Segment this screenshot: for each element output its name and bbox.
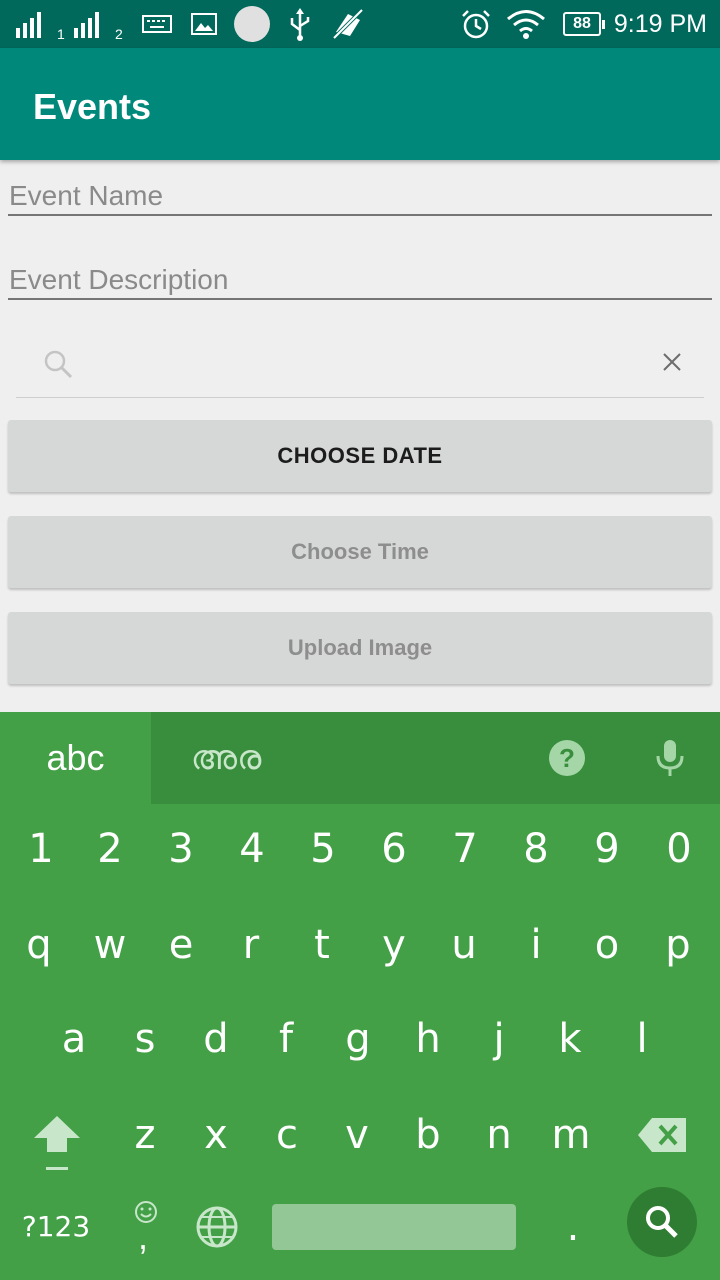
keyboard-toolbar: abc അര ? [0, 712, 720, 804]
key-d[interactable]: d [181, 994, 251, 1084]
key-7[interactable]: 7 [430, 804, 500, 894]
key-g[interactable]: g [323, 994, 393, 1084]
key-f[interactable]: f [251, 994, 321, 1084]
event-description-field[interactable]: Event Description [8, 256, 712, 300]
key-1[interactable]: 1 [6, 804, 76, 894]
space-key[interactable] [272, 1204, 516, 1250]
key-9[interactable]: 9 [572, 804, 642, 894]
key-a[interactable]: a [39, 994, 109, 1084]
key-8[interactable]: 8 [501, 804, 571, 894]
soft-keyboard: abc അര ? 1 2 3 4 5 6 7 8 9 0 q w e r t y… [0, 712, 720, 1280]
key-s[interactable]: s [110, 994, 180, 1084]
choose-time-button[interactable]: Choose Time [8, 516, 712, 588]
key-o[interactable]: o [572, 900, 642, 990]
sim2-label: 2 [115, 26, 123, 42]
key-i[interactable]: i [501, 900, 571, 990]
app-bar: Events [0, 48, 720, 160]
language-key[interactable] [192, 1202, 242, 1252]
status-time: 9:19 PM [613, 10, 707, 38]
backspace-key[interactable] [628, 1090, 698, 1180]
key-n[interactable]: n [464, 1090, 534, 1180]
symbols-key[interactable]: ?123 [16, 1182, 96, 1272]
keyboard-tab-malayalam[interactable]: അര [176, 712, 276, 804]
event-description-hint: Event Description [9, 264, 229, 295]
period-key[interactable]: . [538, 1182, 608, 1272]
key-c[interactable]: c [252, 1090, 322, 1180]
shift-key[interactable] [20, 1090, 94, 1180]
signal-sim2-icon [74, 12, 99, 38]
key-3[interactable]: 3 [146, 804, 216, 894]
key-z[interactable]: z [110, 1090, 180, 1180]
comma-label: , [138, 1216, 149, 1257]
key-t[interactable]: t [287, 900, 357, 990]
signal-sim1-icon [16, 12, 41, 38]
key-h[interactable]: h [393, 994, 463, 1084]
key-u[interactable]: u [429, 900, 499, 990]
help-icon[interactable]: ? [549, 740, 585, 776]
search-action-key[interactable] [627, 1187, 697, 1257]
wifi-icon [507, 10, 545, 39]
battery-indicator: 88 [563, 12, 605, 36]
upload-image-button[interactable]: Upload Image [8, 612, 712, 684]
key-m[interactable]: m [536, 1090, 606, 1180]
image-notification-icon [191, 13, 217, 35]
key-j[interactable]: j [464, 994, 534, 1084]
sim1-label: 1 [57, 26, 65, 42]
microphone-icon[interactable] [655, 740, 685, 778]
keyboard-tab-abc[interactable]: abc [0, 712, 151, 804]
key-x[interactable]: x [181, 1090, 251, 1180]
key-4[interactable]: 4 [217, 804, 287, 894]
search-icon [44, 350, 73, 379]
alarm-icon [462, 10, 490, 39]
search-field[interactable] [16, 326, 704, 398]
key-2[interactable]: 2 [75, 804, 145, 894]
key-l[interactable]: l [607, 994, 677, 1084]
key-b[interactable]: b [393, 1090, 463, 1180]
key-0[interactable]: 0 [644, 804, 714, 894]
key-v[interactable]: v [322, 1090, 392, 1180]
key-p[interactable]: p [643, 900, 713, 990]
key-w[interactable]: w [75, 900, 145, 990]
key-6[interactable]: 6 [359, 804, 429, 894]
close-icon[interactable] [660, 350, 684, 374]
usb-icon [290, 8, 310, 41]
page-title: Events [33, 86, 152, 127]
globe-icon [196, 1206, 238, 1248]
app-notification-icon [234, 6, 270, 42]
choose-date-button[interactable]: CHOOSE DATE [8, 420, 712, 492]
key-5[interactable]: 5 [288, 804, 358, 894]
comma-key[interactable]: , [118, 1182, 174, 1272]
shift-arrow-icon [34, 1116, 80, 1170]
key-y[interactable]: y [359, 900, 429, 990]
status-bar: 1 2 88 9:19 PM [0, 0, 720, 48]
key-q[interactable]: q [4, 900, 74, 990]
backspace-icon [638, 1118, 686, 1152]
key-e[interactable]: e [146, 900, 216, 990]
event-name-hint: Event Name [9, 180, 164, 211]
search-icon [646, 1206, 678, 1238]
key-k[interactable]: k [535, 994, 605, 1084]
key-r[interactable]: r [216, 900, 286, 990]
event-name-field[interactable]: Event Name [8, 172, 712, 216]
no-data-icon [332, 8, 364, 40]
keyboard-notification-icon [142, 15, 172, 33]
